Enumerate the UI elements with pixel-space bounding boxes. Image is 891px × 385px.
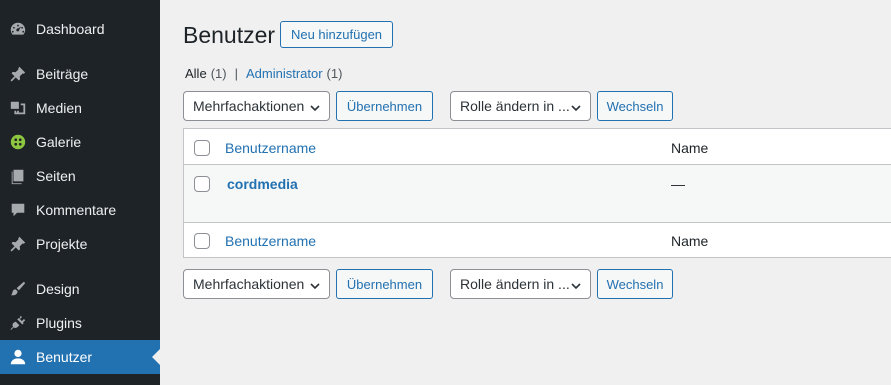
sidebar-item-seiten[interactable]: Seiten <box>0 159 160 193</box>
sidebar-item-beitraege[interactable]: Beiträge <box>0 57 160 91</box>
add-new-user-button[interactable]: Neu hinzufügen <box>280 21 393 48</box>
sidebar-item-label: Projekte <box>36 236 88 252</box>
username-link[interactable]: cordmedia <box>227 176 298 192</box>
sidebar-item-label: Benutzer <box>36 349 93 365</box>
filter-all-count: (1) <box>210 66 227 81</box>
sidebar-item-design[interactable]: Design <box>0 272 160 306</box>
column-username-sort-link-footer[interactable]: Benutzername <box>225 233 316 249</box>
change-role-select-top[interactable]: Rolle ändern in ... <box>450 91 591 121</box>
chevron-down-icon <box>570 101 582 113</box>
sidebar-item-medien[interactable]: Medien <box>0 91 160 125</box>
sidebar-item-label: Plugins <box>36 315 82 331</box>
users-table: Benutzername Name cordmedia — Benutzerna… <box>183 128 891 258</box>
sidebar-item-label: Seiten <box>36 168 76 184</box>
gallery-icon <box>8 132 28 152</box>
apply-bulk-button-top[interactable]: Übernehmen <box>336 91 433 121</box>
comment-icon <box>8 200 28 220</box>
column-username-sort-link[interactable]: Benutzername <box>225 140 316 156</box>
filter-separator: | <box>234 66 238 81</box>
sidebar-item-benutzer[interactable]: Benutzer <box>0 340 160 374</box>
bulk-actions-select-top[interactable]: Mehrfachaktionen <box>183 91 330 121</box>
sidebar-item-plugins[interactable]: Plugins <box>0 306 160 340</box>
change-role-select-bottom[interactable]: Rolle ändern in ... <box>450 269 591 299</box>
plugin-icon <box>8 313 28 333</box>
change-role-value: Rolle ändern in ... <box>460 98 570 114</box>
brush-icon <box>8 279 28 299</box>
sidebar-item-galerie[interactable]: Galerie <box>0 125 160 159</box>
select-all-checkbox[interactable] <box>194 140 210 156</box>
sidebar-item-label: Dashboard <box>36 21 105 37</box>
page-title: Benutzer <box>183 22 276 48</box>
table-header-row: Benutzername Name <box>184 129 891 165</box>
bulk-actions-value: Mehrfachaktionen <box>193 98 305 114</box>
bulk-actions-value: Mehrfachaktionen <box>193 276 305 292</box>
user-name-value: — <box>671 176 685 192</box>
filter-administrator-link[interactable]: Administrator <box>246 66 323 81</box>
pages-icon <box>8 166 28 186</box>
chevron-down-icon <box>309 279 321 291</box>
admin-sidebar: Dashboard Beiträge Medien Galerie Seiten… <box>0 0 160 385</box>
pin-icon <box>8 234 28 254</box>
user-icon <box>8 347 28 367</box>
sidebar-item-label: Galerie <box>36 134 82 150</box>
apply-bulk-button-bottom[interactable]: Übernehmen <box>336 269 433 299</box>
pin-icon <box>8 64 28 84</box>
table-footer-row: Benutzername Name <box>184 222 891 258</box>
sidebar-item-label: Medien <box>36 100 82 116</box>
filter-all-link[interactable]: Alle <box>185 66 207 81</box>
sidebar-item-label: Beiträge <box>36 66 89 82</box>
sidebar-item-label: Kommentare <box>36 202 117 218</box>
row-checkbox[interactable] <box>194 176 210 192</box>
sidebar-item-projekte[interactable]: Projekte <box>0 227 160 261</box>
change-role-value: Rolle ändern in ... <box>460 276 570 292</box>
sidebar-item-kommentare[interactable]: Kommentare <box>0 193 160 227</box>
filter-admin-count: (1) <box>326 66 343 81</box>
column-name-header: Name <box>671 140 709 156</box>
chevron-down-icon <box>570 279 582 291</box>
select-all-checkbox-footer[interactable] <box>194 233 210 249</box>
table-row: cordmedia — <box>184 165 891 222</box>
bulk-actions-select-bottom[interactable]: Mehrfachaktionen <box>183 269 330 299</box>
media-icon <box>8 98 28 118</box>
change-role-button-bottom[interactable]: Wechseln <box>597 269 673 299</box>
chevron-down-icon <box>309 101 321 113</box>
column-name-footer: Name <box>671 233 709 249</box>
dashboard-icon <box>8 19 28 39</box>
sidebar-item-label: Design <box>36 281 80 297</box>
change-role-button-top[interactable]: Wechseln <box>597 91 673 121</box>
sidebar-item-dashboard[interactable]: Dashboard <box>0 12 160 46</box>
role-filter-links: Alle (1) | Administrator (1) <box>185 66 342 81</box>
